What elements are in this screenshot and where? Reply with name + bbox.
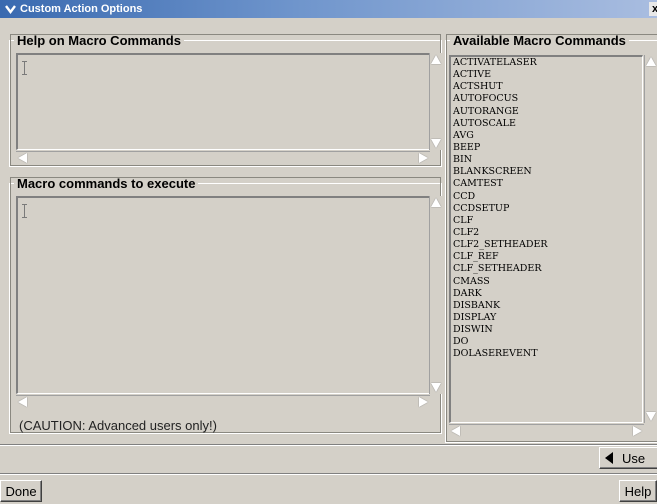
macro-command-item[interactable]: DISWIN	[451, 324, 642, 336]
macro-command-item[interactable]: BEEP	[451, 142, 642, 154]
scroll-right-arrow-icon[interactable]	[418, 152, 429, 163]
scroll-down-arrow-icon[interactable]	[430, 138, 441, 149]
title-bar[interactable]: Custom Action Options x	[0, 0, 657, 18]
macro-command-item[interactable]: DISPLAY	[451, 312, 642, 324]
macro-command-item[interactable]: CCDSETUP	[451, 203, 642, 215]
commands-vertical-scrollbar[interactable]	[644, 55, 657, 423]
macro-command-item[interactable]: DARK	[451, 288, 642, 300]
scroll-left-arrow-icon[interactable]	[450, 425, 461, 436]
macro-command-item[interactable]: DO	[451, 336, 642, 348]
macro-command-item[interactable]: ACTIVE	[451, 69, 642, 81]
available-commands-legend: Available Macro Commands	[453, 33, 626, 48]
window-title: Custom Action Options	[20, 3, 143, 15]
macro-command-item[interactable]: CLF2_SETHEADER	[451, 239, 642, 251]
macro-command-item[interactable]: BLANKSCREEN	[451, 166, 642, 178]
macro-command-item[interactable]: CAMTEST	[451, 178, 642, 190]
macro-command-item[interactable]: AVG	[451, 130, 642, 142]
execute-group-legend: Macro commands to execute	[17, 176, 196, 191]
done-button[interactable]: Done	[0, 480, 42, 502]
macro-command-item[interactable]: BIN	[451, 154, 642, 166]
help-vertical-scrollbar[interactable]	[429, 53, 442, 150]
macro-command-item[interactable]: CLF2	[451, 227, 642, 239]
text-cursor-icon	[22, 204, 28, 218]
macro-command-item[interactable]: CMASS	[451, 276, 642, 288]
use-button-label: Use	[622, 450, 646, 466]
scroll-up-arrow-icon[interactable]	[645, 56, 656, 67]
text-cursor-icon	[22, 61, 28, 75]
scroll-up-arrow-icon[interactable]	[430, 197, 441, 208]
help-button[interactable]: Help	[619, 480, 657, 502]
execute-vertical-scrollbar[interactable]	[429, 196, 442, 394]
caution-text: (CAUTION: Advanced users only!)	[19, 418, 217, 433]
scroll-left-arrow-icon[interactable]	[17, 152, 28, 163]
macro-command-item[interactable]: AUTOFOCUS	[451, 93, 642, 105]
macro-command-item[interactable]: AUTOSCALE	[451, 118, 642, 130]
scroll-left-arrow-icon[interactable]	[17, 396, 28, 407]
macro-command-item[interactable]: AUTORANGE	[451, 106, 642, 118]
chevron-down-icon[interactable]	[3, 2, 17, 16]
scroll-right-arrow-icon[interactable]	[632, 425, 643, 436]
macro-command-item[interactable]: CLF_REF	[451, 251, 642, 263]
help-horizontal-scrollbar[interactable]	[16, 151, 430, 164]
top-separator	[0, 444, 657, 446]
macro-command-item[interactable]: ACTSHUT	[451, 81, 642, 93]
scroll-down-arrow-icon[interactable]	[645, 411, 656, 422]
macro-command-list[interactable]: ACTIVATELASER ACTIVE ACTSHUT AUTOFOCUS AUTOR…	[449, 55, 643, 423]
execute-textarea[interactable]	[16, 196, 430, 394]
scroll-up-arrow-icon[interactable]	[430, 54, 441, 65]
macro-command-item[interactable]: CLF	[451, 215, 642, 227]
arrow-left-icon	[605, 452, 613, 464]
macro-command-item[interactable]: CLF_SETHEADER	[451, 263, 642, 275]
execute-horizontal-scrollbar[interactable]	[16, 395, 430, 408]
commands-horizontal-scrollbar[interactable]	[449, 424, 644, 437]
use-button[interactable]: Use	[599, 447, 657, 469]
help-textarea[interactable]	[16, 53, 430, 150]
help-group-legend: Help on Macro Commands	[17, 33, 181, 48]
macro-command-item[interactable]: CCD	[451, 191, 642, 203]
scroll-right-arrow-icon[interactable]	[418, 396, 429, 407]
bottom-separator	[0, 473, 657, 475]
macro-command-item[interactable]: DOLASEREVENT	[451, 348, 642, 360]
macro-command-item[interactable]: DISBANK	[451, 300, 642, 312]
macro-command-item[interactable]: ACTIVATELASER	[451, 57, 642, 69]
scroll-down-arrow-icon[interactable]	[430, 382, 441, 393]
close-icon[interactable]: x	[649, 2, 657, 16]
